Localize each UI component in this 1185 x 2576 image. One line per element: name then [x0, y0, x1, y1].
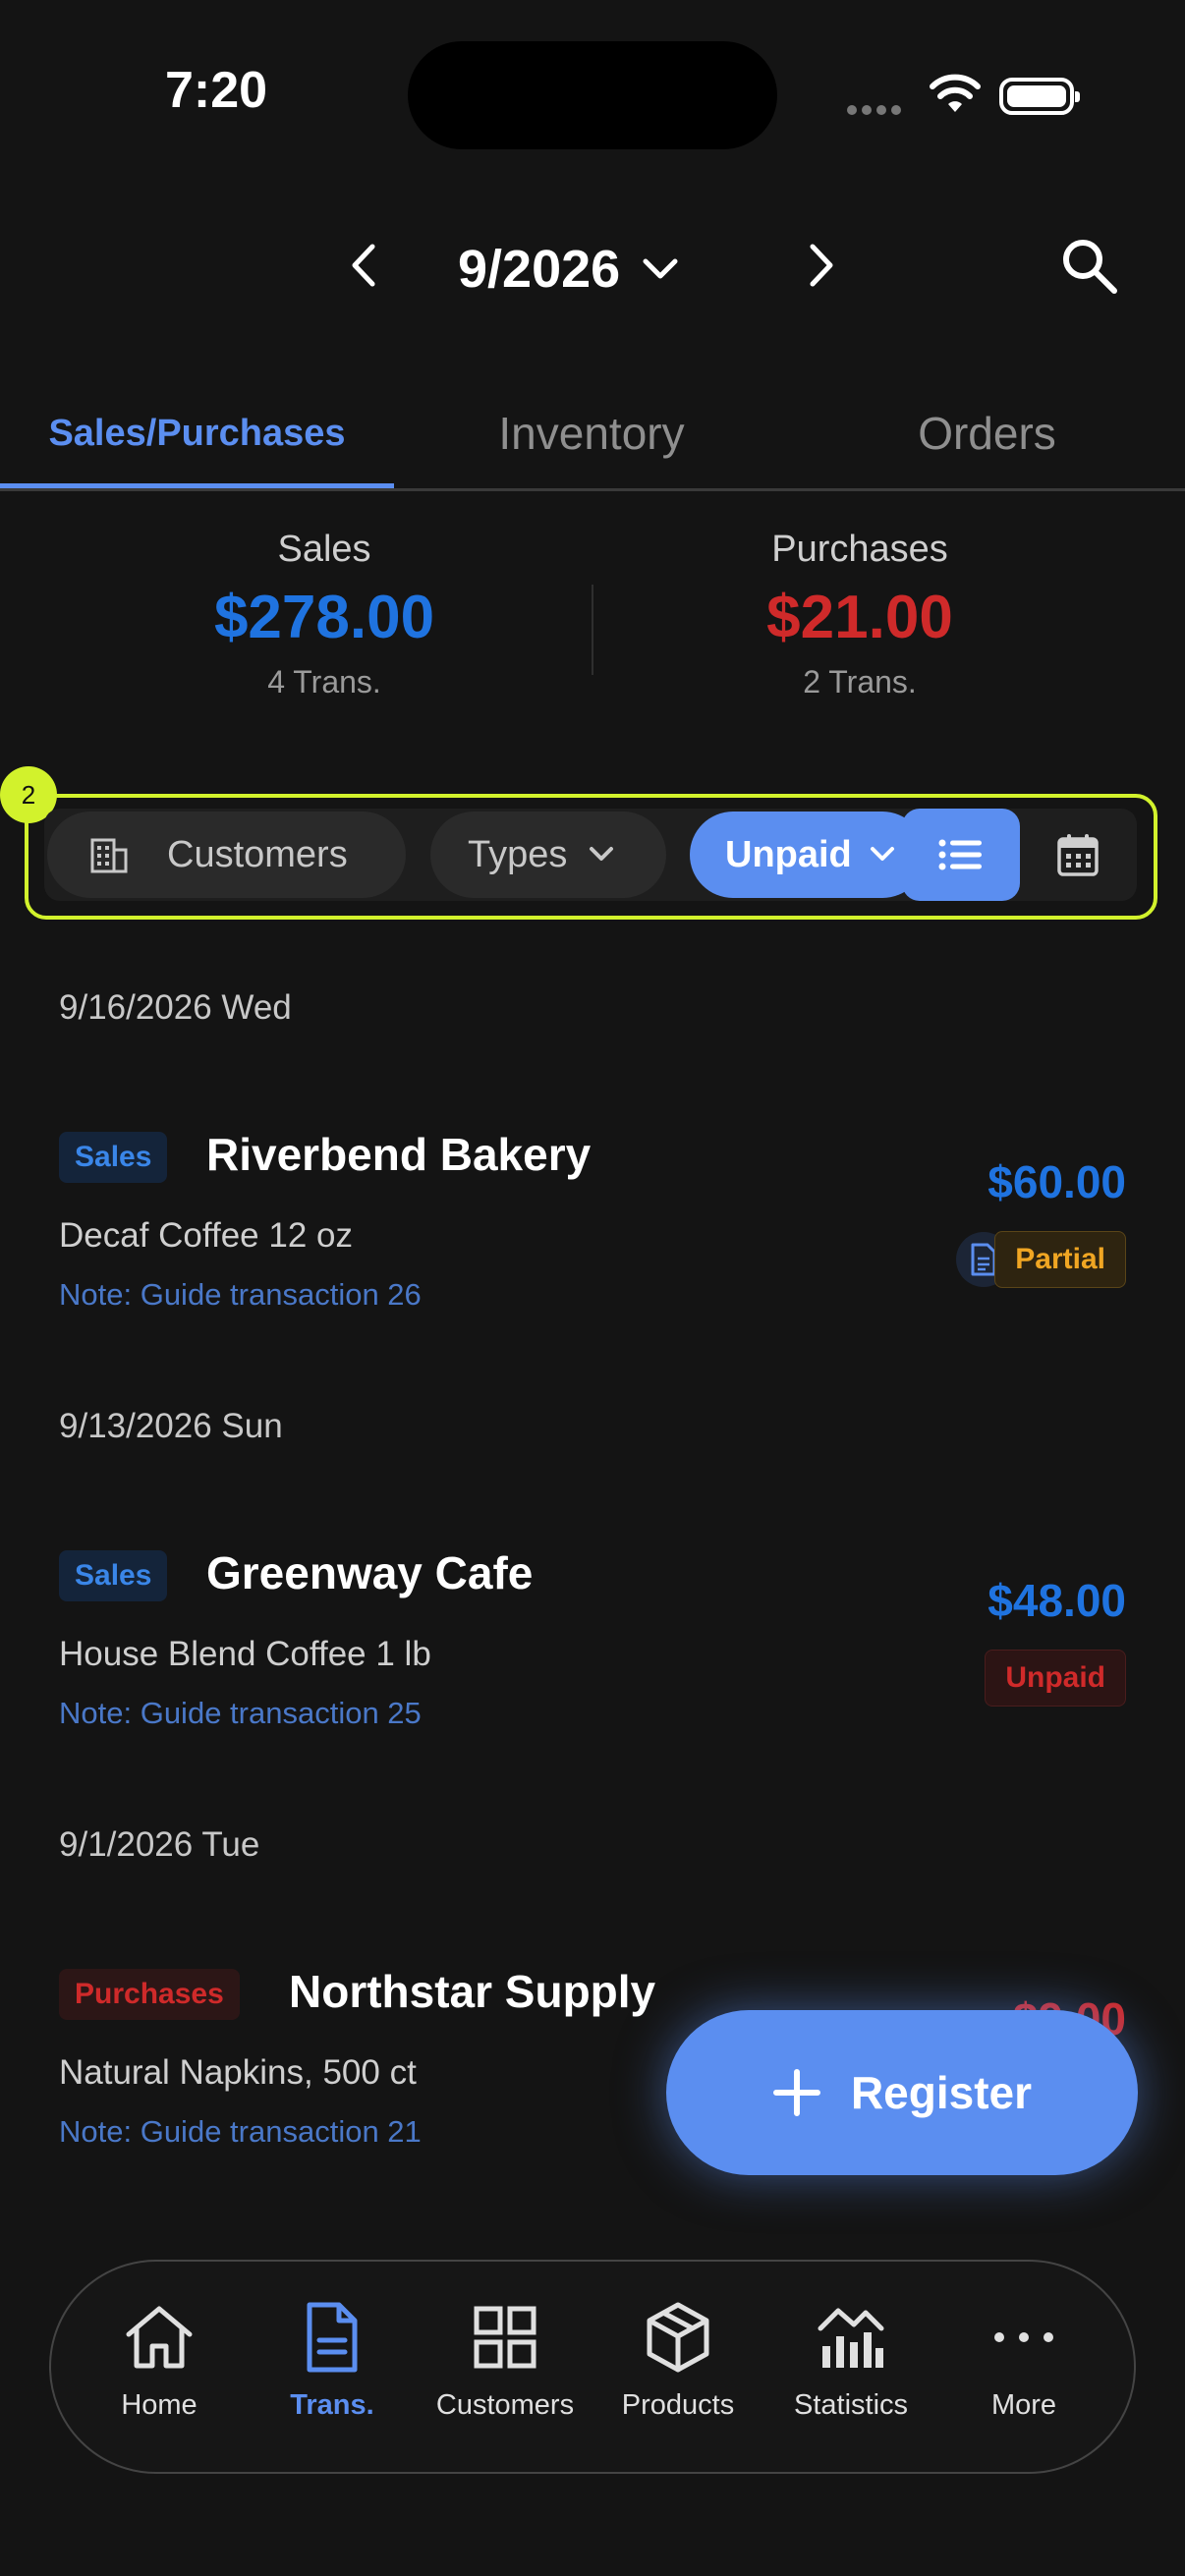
chevron-down-icon	[870, 847, 894, 861]
transaction-amount: $60.00	[988, 1156, 1126, 1207]
building-icon	[90, 838, 128, 873]
transaction-amount: $48.00	[988, 1575, 1126, 1626]
next-month-button[interactable]	[792, 236, 851, 295]
transaction-note: Note: Guide transaction 26	[59, 1277, 422, 1312]
nav-customers[interactable]: Customers	[422, 2299, 589, 2436]
nav-statistics[interactable]: Statistics	[767, 2299, 934, 2436]
register-label: Register	[850, 2067, 1033, 2118]
dynamic-island	[408, 41, 777, 149]
chevron-down-icon	[643, 258, 678, 279]
types-filter-label: Types	[468, 833, 568, 875]
sales-summary: Sales $278.00 4 Trans.	[118, 529, 531, 700]
month-selector[interactable]: 9/2026	[458, 236, 679, 303]
more-icon	[994, 2332, 1053, 2342]
date-header: 9/16/2026 Wed	[59, 988, 292, 1027]
status-filter-label: Unpaid	[725, 833, 852, 875]
purchases-summary-amount: $21.00	[766, 584, 953, 651]
nav-home[interactable]: Home	[76, 2299, 243, 2436]
sales-summary-count: 4 Trans.	[267, 664, 381, 700]
register-button[interactable]: Register	[666, 2010, 1138, 2175]
customers-filter-label: Customers	[167, 833, 348, 875]
type-tag: Sales	[59, 1132, 168, 1183]
box-icon	[647, 2302, 709, 2373]
transaction-note: Note: Guide transaction 25	[59, 1696, 422, 1730]
wifi-icon	[930, 74, 981, 112]
nav-transactions[interactable]: Trans.	[249, 2299, 416, 2436]
tab-sales-purchases[interactable]: Sales/Purchases	[0, 378, 394, 488]
item-description: Natural Napkins, 500 ct	[59, 2053, 417, 2092]
calendar-view-button[interactable]	[1020, 809, 1136, 901]
status-badge: Unpaid	[985, 1650, 1126, 1707]
sales-summary-amount: $278.00	[213, 584, 435, 651]
type-tag: Sales	[59, 1550, 168, 1601]
chevron-left-icon	[352, 244, 375, 287]
chevron-down-icon	[590, 847, 614, 861]
date-header: 9/1/2026 Tue	[59, 1825, 260, 1864]
nav-products[interactable]: Products	[594, 2299, 762, 2436]
sales-summary-label: Sales	[277, 529, 371, 570]
nav-more-label: More	[990, 2389, 1057, 2421]
home-icon	[126, 2306, 193, 2369]
search-icon[interactable]	[1059, 236, 1120, 297]
status-time: 7:20	[165, 62, 268, 119]
purchases-summary: Purchases $21.00 2 Trans.	[653, 529, 1066, 700]
customers-filter-chip[interactable]: Customers	[47, 812, 406, 898]
status-filter-chip[interactable]: Unpaid	[690, 812, 926, 898]
nav-home-label: Home	[121, 2389, 198, 2421]
party-name: Northstar Supply	[289, 1966, 656, 2017]
party-name: Greenway Cafe	[206, 1547, 534, 1598]
tab-bar: Sales/Purchases Inventory Orders	[0, 378, 1185, 491]
nav-customers-label: Customers	[435, 2389, 575, 2421]
nav-transactions-label: Trans.	[290, 2389, 374, 2421]
nav-products-label: Products	[621, 2389, 735, 2421]
previous-month-button[interactable]	[334, 236, 393, 295]
plus-icon	[772, 2069, 820, 2116]
document-icon	[307, 2302, 358, 2373]
summary-divider	[592, 585, 593, 675]
type-tag: Purchases	[59, 1969, 240, 2020]
grid-icon	[474, 2306, 536, 2369]
cellular-signal-icon	[847, 102, 906, 120]
purchases-summary-label: Purchases	[771, 529, 948, 570]
month-label: 9/2026	[458, 240, 621, 299]
nav-statistics-label: Statistics	[793, 2389, 909, 2421]
calendar-icon	[1057, 834, 1099, 876]
list-view-button[interactable]	[902, 809, 1020, 901]
tab-inventory[interactable]: Inventory	[394, 378, 789, 488]
chart-icon	[818, 2308, 884, 2368]
tab-orders[interactable]: Orders	[789, 378, 1185, 488]
types-filter-chip[interactable]: Types	[430, 812, 666, 898]
chevron-right-icon	[810, 244, 833, 287]
battery-icon	[999, 78, 1080, 115]
active-tab-indicator	[0, 483, 394, 488]
date-header: 9/13/2026 Sun	[59, 1407, 283, 1445]
nav-more[interactable]: More	[940, 2299, 1107, 2436]
transaction-note: Note: Guide transaction 21	[59, 2114, 422, 2149]
item-description: House Blend Coffee 1 lb	[59, 1635, 431, 1673]
item-description: Decaf Coffee 12 oz	[59, 1216, 353, 1255]
purchases-summary-count: 2 Trans.	[803, 664, 917, 700]
status-badge: Partial	[994, 1231, 1126, 1288]
party-name: Riverbend Bakery	[206, 1129, 592, 1180]
list-icon	[938, 839, 982, 870]
